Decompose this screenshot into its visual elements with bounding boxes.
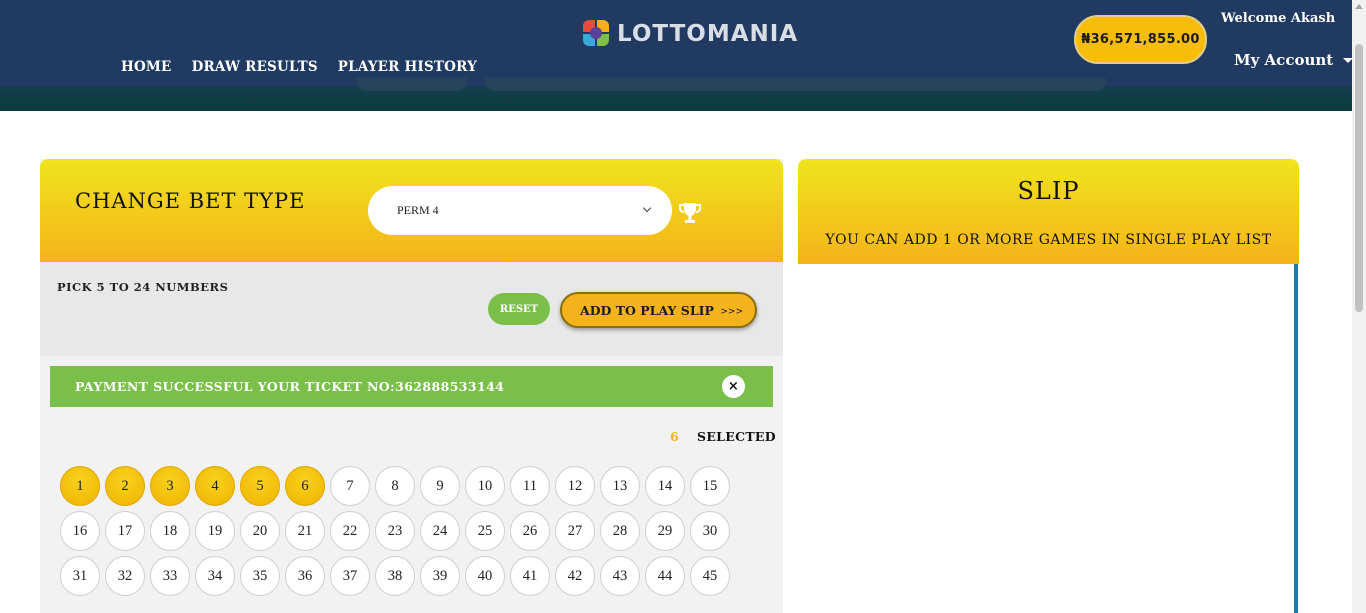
logo-text: LOTTOMANIA xyxy=(617,21,799,47)
number-ball[interactable]: 16 xyxy=(60,511,100,551)
number-ball[interactable]: 22 xyxy=(330,511,370,551)
number-ball[interactable]: 6 xyxy=(285,466,325,506)
number-ball[interactable]: 41 xyxy=(510,556,550,596)
bet-type-value: PERM 4 xyxy=(397,203,439,217)
number-ball[interactable]: 28 xyxy=(600,511,640,551)
number-ball[interactable]: 40 xyxy=(465,556,505,596)
add-to-play-slip-button[interactable]: ADD TO PLAY SLIP >>> xyxy=(560,292,757,328)
my-account-menu[interactable]: My Account xyxy=(1234,51,1354,69)
number-grid: 1 2 3 4 5 6 7 8 9 10 11 12 13 14 15 16 17 18 19 20 21 22 23 24 2… xyxy=(60,466,760,596)
number-ball[interactable]: 25 xyxy=(465,511,505,551)
close-icon[interactable]: × xyxy=(722,375,745,398)
number-ball[interactable]: 21 xyxy=(285,511,325,551)
number-ball[interactable]: 42 xyxy=(555,556,595,596)
number-ball[interactable]: 7 xyxy=(330,466,370,506)
add-to-play-slip-label: ADD TO PLAY SLIP xyxy=(580,302,714,318)
number-ball[interactable]: 10 xyxy=(465,466,505,506)
number-ball[interactable]: 14 xyxy=(645,466,685,506)
slip-scroll-rail xyxy=(1294,264,1298,613)
lottomania-logo[interactable]: LOTTOMANIA xyxy=(581,18,798,50)
nav-home[interactable]: HOME xyxy=(121,59,172,75)
number-ball[interactable]: 27 xyxy=(555,511,595,551)
number-ball[interactable]: 32 xyxy=(105,556,145,596)
bet-type-select[interactable]: PERM 4 xyxy=(368,186,672,235)
change-bet-type-title: CHANGE BET TYPE xyxy=(75,189,306,213)
selected-count: 6 xyxy=(670,429,679,444)
number-ball[interactable]: 38 xyxy=(375,556,415,596)
hidden-pill xyxy=(356,78,467,91)
logo-flower-icon xyxy=(581,18,611,50)
number-ball[interactable]: 13 xyxy=(600,466,640,506)
number-ball[interactable]: 34 xyxy=(195,556,235,596)
payment-success-alert: PAYMENT SUCCESSFUL YOUR TICKET NO:362888… xyxy=(50,366,773,407)
slip-title: SLIP xyxy=(1017,177,1080,205)
trophy-icon[interactable] xyxy=(677,200,703,226)
number-ball[interactable]: 17 xyxy=(105,511,145,551)
number-ball[interactable]: 45 xyxy=(690,556,730,596)
number-ball[interactable]: 26 xyxy=(510,511,550,551)
chevron-down-icon xyxy=(642,203,652,213)
arrows-icon: >>> xyxy=(720,307,743,317)
number-ball[interactable]: 8 xyxy=(375,466,415,506)
slip-panel: SLIP YOU CAN ADD 1 OR MORE GAMES IN SING… xyxy=(798,159,1299,613)
slip-subtitle: YOU CAN ADD 1 OR MORE GAMES IN SINGLE PL… xyxy=(825,232,1272,248)
number-ball[interactable]: 23 xyxy=(375,511,415,551)
number-ball[interactable]: 24 xyxy=(420,511,460,551)
number-ball[interactable]: 35 xyxy=(240,556,280,596)
selected-counter: 6 SELECTED xyxy=(670,429,776,444)
number-ball[interactable]: 36 xyxy=(285,556,325,596)
number-ball[interactable]: 4 xyxy=(195,466,235,506)
number-ball[interactable]: 44 xyxy=(645,556,685,596)
number-ball[interactable]: 11 xyxy=(510,466,550,506)
number-ball[interactable]: 20 xyxy=(240,511,280,551)
scroll-up-icon[interactable] xyxy=(1355,4,1363,9)
number-ball[interactable]: 18 xyxy=(150,511,190,551)
hidden-search-bar xyxy=(485,78,1106,91)
welcome-text: Welcome Akash xyxy=(1221,11,1336,26)
number-ball[interactable]: 1 xyxy=(60,466,100,506)
bet-panel: CHANGE BET TYPE PERM 4 PICK 5 TO 24 NUMB… xyxy=(40,159,783,613)
slip-header: SLIP YOU CAN ADD 1 OR MORE GAMES IN SING… xyxy=(798,159,1299,264)
number-ball[interactable]: 15 xyxy=(690,466,730,506)
number-ball[interactable]: 33 xyxy=(150,556,190,596)
number-ball[interactable]: 37 xyxy=(330,556,370,596)
wallet-balance-button[interactable]: ₦36,571,855.00 xyxy=(1074,15,1207,64)
number-ball[interactable]: 39 xyxy=(420,556,460,596)
number-ball[interactable]: 29 xyxy=(645,511,685,551)
number-ball[interactable]: 30 xyxy=(690,511,730,551)
payment-success-text: PAYMENT SUCCESSFUL YOUR TICKET NO:362888… xyxy=(75,379,505,394)
reset-button[interactable]: RESET xyxy=(488,293,550,325)
nav-draw-results[interactable]: DRAW RESULTS xyxy=(192,59,318,75)
my-account-label: My Account xyxy=(1234,51,1334,69)
number-ball[interactable]: 12 xyxy=(555,466,595,506)
selected-label: SELECTED xyxy=(697,429,776,444)
bet-panel-header: CHANGE BET TYPE PERM 4 xyxy=(40,159,783,262)
number-ball[interactable]: 2 xyxy=(105,466,145,506)
pick-area: PICK 5 TO 24 NUMBERS RESET ADD TO PLAY S… xyxy=(40,262,783,356)
number-ball[interactable]: 31 xyxy=(60,556,100,596)
nav-player-history[interactable]: PLAYER HISTORY xyxy=(338,59,477,75)
pick-instruction: PICK 5 TO 24 NUMBERS xyxy=(57,280,229,294)
number-ball[interactable]: 19 xyxy=(195,511,235,551)
main-nav: HOME DRAW RESULTS PLAYER HISTORY xyxy=(121,59,477,75)
number-ball[interactable]: 5 xyxy=(240,466,280,506)
number-ball[interactable]: 9 xyxy=(420,466,460,506)
scrollbar-thumb[interactable] xyxy=(1355,44,1363,312)
number-ball[interactable]: 3 xyxy=(150,466,190,506)
number-ball[interactable]: 43 xyxy=(600,556,640,596)
